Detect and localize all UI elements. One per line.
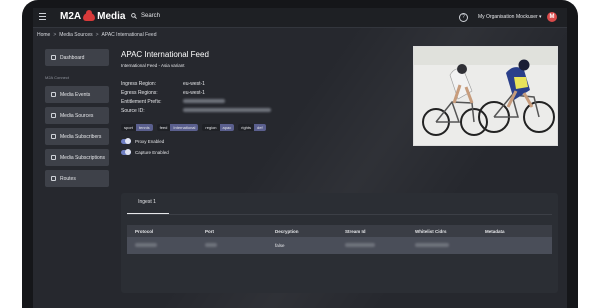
table-row[interactable]: false (127, 237, 552, 254)
tag-value: def (254, 124, 266, 131)
cloud-icon (83, 9, 96, 21)
breadcrumb-current: APAC International Feed (101, 32, 157, 38)
column-header: Port (205, 228, 214, 234)
table-header: Protocol Port Decryption Stream Id White… (127, 225, 552, 237)
breadcrumb-media-sources[interactable]: Media Sources (59, 32, 92, 38)
sidebar: Dashboard M2A Connect Media Events Media… (45, 49, 109, 191)
field-source-id: Source ID: (121, 108, 271, 114)
cell-protocol (127, 243, 205, 248)
sidebar-item-label: Media Events (60, 91, 91, 98)
field-ingress-region: Ingress Region: eu-west-1 (121, 81, 205, 87)
column-header: Protocol (135, 228, 154, 234)
help-icon[interactable]: ? (459, 13, 468, 22)
cell-decryption: false (275, 243, 285, 248)
source-thumbnail (413, 46, 558, 146)
user-menu[interactable]: Mockuser ▾ (516, 14, 542, 20)
brand-left: M2A (60, 11, 82, 22)
share-icon (51, 176, 56, 181)
capture-toggle-row: Capture Enabled (121, 149, 169, 155)
sidebar-item-label: Media Subscribers (60, 133, 102, 140)
page-title: APAC International Feed (121, 50, 209, 59)
tag: feed International (156, 124, 199, 131)
ingest-panel: Ingest 1 Protocol Port Decryption Stream… (121, 193, 558, 293)
field-value: eu-west-1 (183, 90, 205, 96)
redacted-value (183, 99, 225, 105)
field-value: eu-west-1 (183, 81, 205, 87)
tab-divider (127, 214, 552, 215)
tag-value: apac (219, 124, 235, 131)
sidebar-item-media-events[interactable]: Media Events (45, 86, 109, 103)
organisation-menu[interactable]: My Organisation (478, 14, 514, 20)
sidebar-item-label: Media Subscriptions (60, 154, 106, 161)
field-label: Entitlement Prefix: (121, 99, 162, 105)
tag-key: feed (159, 125, 168, 130)
avatar[interactable]: M (547, 12, 557, 22)
field-label: Source ID: (121, 108, 145, 114)
tag-list: sport tennis feed International region a… (121, 124, 266, 131)
ingest-table: Protocol Port Decryption Stream Id White… (127, 225, 552, 254)
sidebar-item-label: Media Sources (60, 112, 94, 119)
cell-whitelist (415, 243, 485, 248)
breadcrumb-separator: > (95, 32, 99, 38)
sidebar-item-label: Routes (60, 175, 76, 182)
sidebar-item-dashboard[interactable]: Dashboard (45, 49, 109, 66)
tag-key: rights (241, 125, 251, 130)
field-egress-regions: Egress Regions: eu-west-1 (121, 90, 205, 96)
link-icon (51, 134, 56, 139)
sidebar-item-label: Dashboard (60, 54, 85, 61)
brand-logo[interactable]: M2A Media (60, 9, 126, 22)
breadcrumb: Home > Media Sources > APAC International Fe… (37, 32, 157, 38)
field-label: Ingress Region: (121, 81, 157, 87)
brand-right: Media (97, 11, 126, 22)
breadcrumb-separator: > (53, 32, 57, 38)
sidebar-item-routes[interactable]: Routes (45, 170, 109, 187)
calendar-icon (51, 92, 56, 97)
menu-icon[interactable] (39, 13, 46, 21)
tag: rights def (238, 124, 266, 131)
toggle-label: Capture Enabled (135, 150, 169, 155)
field-label: Egress Regions: (121, 90, 158, 96)
sources-icon (51, 113, 56, 118)
redacted-value (183, 108, 271, 114)
capture-toggle[interactable] (121, 149, 131, 155)
toggle-label: Proxy Enabled (135, 139, 165, 144)
column-header: Stream Id (345, 228, 366, 234)
list-icon (51, 155, 56, 160)
tag-value: International (170, 124, 199, 131)
field-entitlement-prefix: Entitlement Prefix: (121, 99, 225, 105)
cell-stream-id (345, 243, 415, 248)
column-header: Whitelist Cidrs (415, 228, 447, 234)
top-bar: M2A Media Search ? My Organisation Mocku… (33, 8, 567, 28)
tag: region apac (202, 124, 235, 131)
search-icon (131, 13, 137, 19)
tag-key: region (205, 125, 217, 130)
proxy-toggle[interactable] (121, 138, 131, 144)
grid-icon (51, 55, 56, 60)
sidebar-item-media-sources[interactable]: Media Sources (45, 107, 109, 124)
column-header: Decryption (275, 228, 299, 234)
sidebar-item-media-subscribers[interactable]: Media Subscribers (45, 128, 109, 145)
sidebar-section-title: M2A Connect (45, 75, 70, 80)
sidebar-item-media-subscriptions[interactable]: Media Subscriptions (45, 149, 109, 166)
tag-value: tennis (135, 124, 153, 131)
search-label: Search (141, 13, 161, 19)
search-button[interactable]: Search (131, 13, 160, 19)
proxy-toggle-row: Proxy Enabled (121, 138, 165, 144)
cell-port (205, 243, 275, 248)
tab-ingest-1[interactable]: Ingest 1 (127, 199, 167, 205)
column-header: Metadata (485, 228, 505, 234)
cyclists-image (414, 47, 557, 145)
tag: sport tennis (121, 124, 153, 131)
app-screen: M2A Media Search ? My Organisation Mocku… (33, 8, 567, 308)
breadcrumb-home[interactable]: Home (37, 32, 50, 38)
tag-key: sport (124, 125, 133, 130)
page-subtitle: International Feed - Asia variant (121, 63, 185, 68)
tab-active-indicator (127, 213, 169, 214)
